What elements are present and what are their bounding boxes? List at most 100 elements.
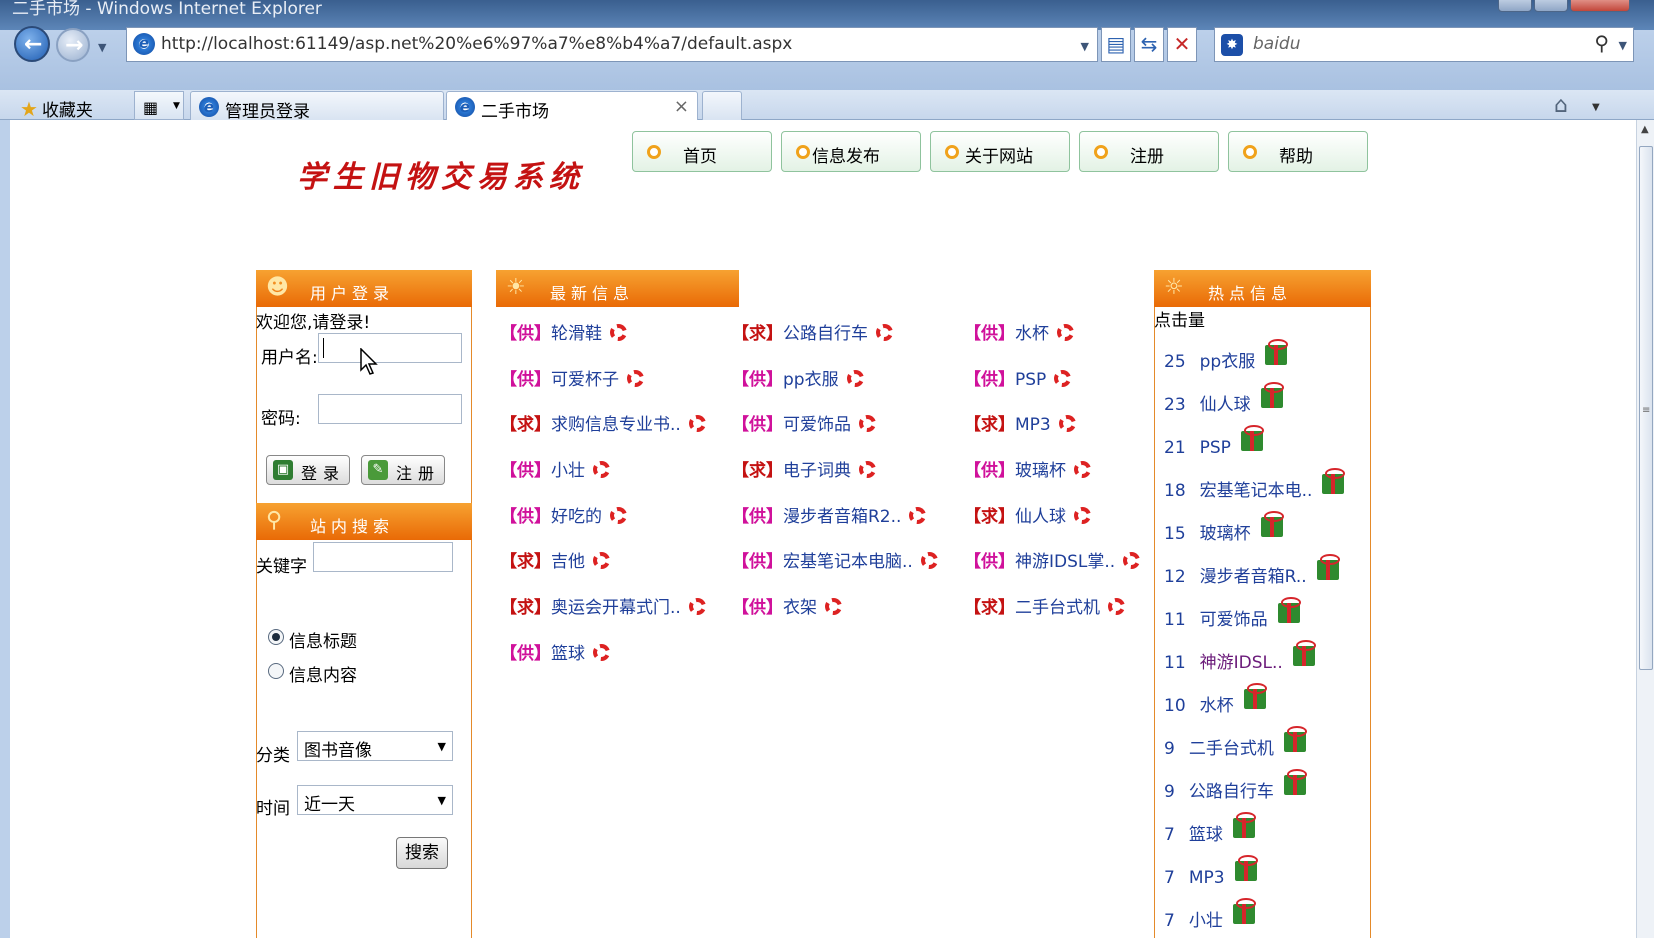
search-dropdown-icon[interactable]: ▼ [1619,39,1627,52]
latest-item[interactable]: 【供】PSP [964,365,1072,390]
hot-item[interactable]: 7 篮球 [1164,812,1256,845]
radio-title[interactable] [268,629,284,645]
hot-item[interactable]: 11 神游IDSL.. [1164,640,1316,673]
hot-item[interactable]: 11 可爱饰品 [1164,597,1301,630]
latest-item-title[interactable]: 电子词典 [783,461,851,481]
search-placeholder[interactable]: baidu [1253,34,1301,54]
hot-item-title[interactable]: 二手台式机 [1189,739,1274,759]
latest-item[interactable]: 【供】可爱杯子 [500,365,644,390]
address-dropdown-icon[interactable]: ▼ [1081,40,1089,53]
hot-item[interactable]: 7 小壮 [1164,898,1256,931]
latest-item-title[interactable]: 小壮 [551,461,585,481]
refresh-button[interactable]: ⇆ [1134,27,1164,62]
latest-item[interactable]: 【求】奥运会开幕式门.. [500,593,706,618]
register-button[interactable]: ✎ 注册 [361,455,445,485]
nav-home[interactable]: 首页 [632,131,772,172]
forward-button[interactable]: → [56,28,90,62]
latest-item[interactable]: 【供】宏基笔记本电脑.. [732,547,938,572]
minimize-button[interactable] [1498,0,1532,12]
category-select[interactable]: 图书音像 ▼ [297,731,453,761]
latest-item[interactable]: 【供】轮滑鞋 [500,319,627,344]
latest-item[interactable]: 【供】水杯 [964,319,1074,344]
favorites-button[interactable]: ★ 收藏夹 [20,96,93,121]
latest-item[interactable]: 【供】pp衣服 [732,365,864,390]
home-dropdown-icon[interactable]: ▼ [1592,102,1600,113]
tab-admin-login[interactable]: e 管理员登录 [190,91,444,122]
time-select[interactable]: 近一天 ▼ [297,785,453,815]
hot-item-title[interactable]: 公路自行车 [1189,782,1274,802]
hot-item-title[interactable]: 仙人球 [1200,395,1251,415]
hot-item[interactable]: 10 水杯 [1164,683,1267,716]
latest-item-title[interactable]: 奥运会开幕式门.. [551,598,681,618]
latest-item-title[interactable]: MP3 [1015,415,1051,435]
close-tab-icon[interactable]: × [674,96,689,117]
login-button[interactable]: ▣ 登录 [266,455,350,485]
search-button[interactable]: 搜索 [396,837,448,869]
address-url[interactable]: http://localhost:61149/asp.net%20%e6%97%… [161,34,792,54]
latest-item-title[interactable]: 好吃的 [551,507,602,527]
hot-item-title[interactable]: 小壮 [1189,911,1223,931]
tab-list-dropdown-icon[interactable]: ▼ [173,101,180,111]
hot-item-title[interactable]: pp衣服 [1200,352,1256,372]
latest-item[interactable]: 【供】好吃的 [500,502,627,527]
back-button[interactable]: ← [14,26,50,62]
latest-item-title[interactable]: 水杯 [1015,324,1049,344]
latest-item[interactable]: 【求】仙人球 [964,502,1091,527]
hot-item-title[interactable]: MP3 [1189,868,1225,888]
hot-item[interactable]: 15 玻璃杯 [1164,511,1284,544]
hot-item-title[interactable]: 玻璃杯 [1200,524,1251,544]
latest-item[interactable]: 【求】电子词典 [732,456,876,481]
latest-item[interactable]: 【供】玻璃杯 [964,456,1091,481]
vertical-scrollbar[interactable]: ▲ ≡ [1636,120,1654,938]
hot-item[interactable]: 9 公路自行车 [1164,769,1307,802]
history-dropdown-icon[interactable]: ▼ [98,41,106,54]
latest-item-title[interactable]: 吉他 [551,552,585,572]
radio-content[interactable] [268,663,284,679]
hot-item[interactable]: 12 漫步者音箱R.. [1164,554,1340,587]
latest-item-title[interactable]: 求购信息专业书.. [551,415,681,435]
latest-item[interactable]: 【求】公路自行车 [732,319,893,344]
address-bar[interactable]: e http://localhost:61149/asp.net%20%e6%9… [126,27,1098,62]
latest-item-title[interactable]: 轮滑鞋 [551,324,602,344]
nav-register[interactable]: 注册 [1079,131,1219,172]
hot-item-title[interactable]: 神游IDSL.. [1200,653,1283,673]
close-window-button[interactable] [1570,0,1630,12]
hot-item[interactable]: 7 MP3 [1164,855,1258,888]
latest-item-title[interactable]: PSP [1015,370,1046,390]
hot-item[interactable]: 9 二手台式机 [1164,726,1307,759]
quick-tabs-button[interactable]: ▦ ▼ [134,91,184,120]
search-box[interactable]: ✸ baidu ⚲ ▼ [1214,27,1634,62]
latest-item-title[interactable]: 神游IDSL掌.. [1015,552,1115,572]
latest-item-title[interactable]: 宏基笔记本电脑.. [783,552,913,572]
latest-item-title[interactable]: 可爱饰品 [783,415,851,435]
hot-item-title[interactable]: 篮球 [1189,825,1223,845]
hot-item-title[interactable]: 水杯 [1200,696,1234,716]
hot-item[interactable]: 25 pp衣服 [1164,339,1289,372]
latest-item[interactable]: 【供】篮球 [500,639,610,664]
tab-second-hand-market[interactable]: e 二手市场 × [446,91,698,122]
nav-help[interactable]: 帮助 [1228,131,1368,172]
latest-item-title[interactable]: pp衣服 [783,370,839,390]
latest-item[interactable]: 【求】求购信息专业书.. [500,410,706,435]
latest-item[interactable]: 【供】衣架 [732,593,842,618]
stop-button[interactable]: ✕ [1167,27,1197,62]
latest-item[interactable]: 【供】可爱饰品 [732,410,876,435]
latest-item-title[interactable]: 漫步者音箱R2.. [783,507,901,527]
latest-item-title[interactable]: 二手台式机 [1015,598,1100,618]
latest-item[interactable]: 【供】小壮 [500,456,610,481]
latest-item[interactable]: 【供】神游IDSL掌.. [964,547,1141,572]
home-icon[interactable]: ⌂ [1554,93,1568,118]
latest-item-title[interactable]: 玻璃杯 [1015,461,1066,481]
hot-item[interactable]: 23 仙人球 [1164,382,1284,415]
latest-item[interactable]: 【求】二手台式机 [964,593,1125,618]
latest-item-title[interactable]: 仙人球 [1015,507,1066,527]
new-tab-button[interactable] [702,91,742,121]
latest-item[interactable]: 【求】吉他 [500,547,610,572]
hot-item-title[interactable]: 宏基笔记本电.. [1200,481,1313,501]
nav-about[interactable]: 关于网站 [930,131,1070,172]
maximize-button[interactable] [1534,0,1568,12]
nav-post-info[interactable]: 信息发布 [781,131,921,172]
latest-item-title[interactable]: 篮球 [551,644,585,664]
latest-item-title[interactable]: 公路自行车 [783,324,868,344]
password-input[interactable] [318,394,462,424]
